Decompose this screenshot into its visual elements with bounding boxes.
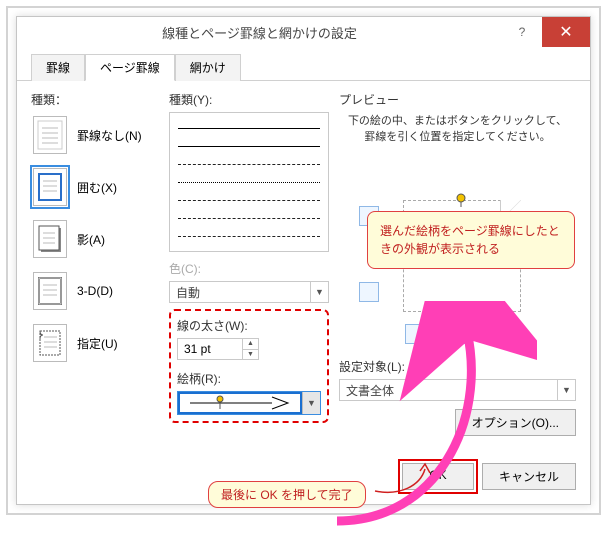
tab-bar: 罫線 ページ罫線 網かけ xyxy=(17,47,590,81)
tab-borders[interactable]: 罫線 xyxy=(31,54,85,81)
kind-none-icon xyxy=(33,116,67,154)
chevron-down-icon[interactable]: ▼ xyxy=(557,380,575,400)
width-spinner[interactable]: 31 pt ▲▼ xyxy=(177,338,259,360)
kind-box-icon xyxy=(33,168,67,206)
edge-bottom-button[interactable] xyxy=(359,282,379,302)
color-label: 色(C): xyxy=(169,260,329,277)
preview-hint: 下の絵の中、またはボタンをクリックして、罫線を引く位置を指定してください。 xyxy=(339,112,576,144)
chevron-down-icon[interactable]: ▼ xyxy=(302,392,320,414)
kind-shadow[interactable]: 影(A) xyxy=(31,218,159,260)
style-label: 種類(Y): xyxy=(169,91,329,108)
tab-page-borders[interactable]: ページ罫線 xyxy=(85,54,175,81)
cancel-button[interactable]: キャンセル xyxy=(482,463,576,490)
tab-shading[interactable]: 網かけ xyxy=(175,54,241,81)
kind-box[interactable]: 囲む(X) xyxy=(31,166,159,208)
preview-label: プレビュー xyxy=(339,91,576,108)
width-label: 線の太さ(W): xyxy=(177,317,321,334)
color-dropdown[interactable]: 自動 ▼ xyxy=(169,281,329,303)
kind-shadow-icon xyxy=(33,220,67,258)
kind-label: 種類： xyxy=(31,91,159,108)
spin-down-icon[interactable]: ▼ xyxy=(243,350,258,360)
titlebar: 線種とページ罫線と網かけの設定 ? ✕ xyxy=(17,17,590,47)
pattern-label: 絵柄(R): xyxy=(177,370,321,387)
kind-box-label: 囲む(X) xyxy=(77,179,117,196)
color-value: 自動 xyxy=(170,284,310,301)
dialog: 線種とページ罫線と網かけの設定 ? ✕ 罫線 ページ罫線 網かけ 種類： 罫線な… xyxy=(16,16,591,505)
applyto-dropdown[interactable]: 文書全体 ▼ xyxy=(339,379,576,401)
edge-left-button[interactable] xyxy=(405,324,425,344)
kind-3d-icon xyxy=(33,272,67,310)
kind-3d-label: 3-D(D) xyxy=(77,284,113,298)
ok-button[interactable]: OK xyxy=(402,463,474,490)
close-button[interactable]: ✕ xyxy=(542,17,590,47)
style-list[interactable] xyxy=(169,112,329,252)
applyto-label: 設定対象(L): xyxy=(339,358,576,375)
help-button[interactable]: ? xyxy=(502,17,542,47)
kind-custom[interactable]: 指定(U) xyxy=(31,322,159,364)
annotation-bottom-callout: 最後に OK を押して完了 xyxy=(208,481,366,508)
spin-up-icon[interactable]: ▲ xyxy=(243,339,258,350)
kind-shadow-label: 影(A) xyxy=(77,231,105,248)
width-value: 31 pt xyxy=(178,339,242,359)
pattern-preview xyxy=(178,392,302,414)
kind-none[interactable]: 罫線なし(N) xyxy=(31,114,159,156)
pattern-dropdown[interactable]: ▼ xyxy=(177,391,321,415)
kind-3d[interactable]: 3-D(D) xyxy=(31,270,159,312)
dialog-title: 線種とページ罫線と網かけの設定 xyxy=(17,23,502,42)
edge-right-button[interactable] xyxy=(453,324,473,344)
kind-custom-icon xyxy=(33,324,67,362)
highlight-area: 線の太さ(W): 31 pt ▲▼ 絵柄(R): ▼ xyxy=(169,309,329,423)
kind-none-label: 罫線なし(N) xyxy=(77,127,142,144)
kind-custom-label: 指定(U) xyxy=(77,335,118,352)
annotation-callout: 選んだ絵柄をページ罫線にしたときの外観が表示される xyxy=(367,211,575,269)
chevron-down-icon[interactable]: ▼ xyxy=(310,282,328,302)
applyto-value: 文書全体 xyxy=(340,382,557,399)
options-button[interactable]: オプション(O)... xyxy=(455,409,576,436)
